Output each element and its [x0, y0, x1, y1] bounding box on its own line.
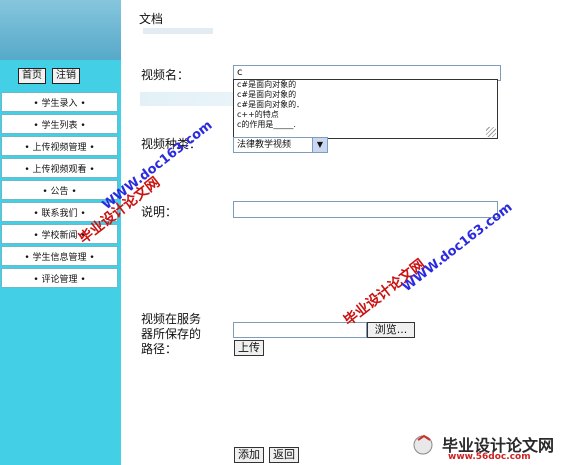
sidebar-item-contact[interactable]: • 联系我们 •	[1, 202, 118, 222]
autocomplete-item[interactable]: c#是面向对象的．	[234, 100, 497, 110]
site-logo-url: www.56doc.com	[448, 452, 531, 462]
logout-button[interactable]: 注销	[52, 68, 80, 84]
sidebar-item-upload-video-watch[interactable]: • 上传视频观看 •	[1, 158, 118, 178]
resize-grip-icon[interactable]	[486, 127, 496, 137]
autocomplete-item[interactable]: c#是面向对象的	[234, 80, 497, 90]
sidebar-item-school-news[interactable]: • 学校新闻 •	[1, 224, 118, 244]
home-button[interactable]: 首页	[18, 68, 46, 84]
description-input[interactable]	[233, 201, 498, 218]
sidebar-item-student-info-manage[interactable]: • 学生信息管理 •	[1, 246, 118, 266]
description-label: 说明：	[141, 205, 178, 219]
path-label-line: 器所保存的	[141, 327, 202, 341]
path-label: 视频在服务 器所保存的 路径：	[141, 312, 201, 357]
back-button[interactable]: 返回	[269, 447, 299, 463]
video-type-label: 视频种类：	[141, 137, 202, 151]
sidebar-item-notice[interactable]: • 公告 •	[1, 180, 118, 200]
sidebar-item-comment-manage[interactable]: • 评论管理 •	[1, 268, 118, 288]
upload-button[interactable]: 上传	[234, 340, 264, 356]
video-type-select[interactable]: 法律教学视频 ▼	[233, 137, 328, 153]
autocomplete-item[interactable]: c的作用是_____.	[234, 120, 497, 130]
browse-button[interactable]: 浏览...	[367, 322, 415, 338]
sidebar-banner	[0, 0, 121, 60]
autocomplete-item[interactable]: c++的特点	[234, 110, 497, 120]
autocomplete-dropdown: c#是面向对象的 c#是面向对象的 c#是面向对象的． c++的特点 c的作用是…	[233, 79, 498, 139]
page-title: 文档	[139, 12, 164, 26]
file-path-input[interactable]	[233, 322, 367, 338]
sidebar: 首页 注销 • 学生录入 • • 学生列表 • • 上传视频管理 • • 上传视…	[0, 0, 121, 465]
chevron-down-icon[interactable]: ▼	[312, 138, 327, 152]
sidebar-item-student-list[interactable]: • 学生列表 •	[1, 114, 118, 134]
sidebar-item-student-entry[interactable]: • 学生录入 •	[1, 92, 118, 112]
video-type-selected: 法律教学视频	[237, 140, 292, 150]
title-underline	[143, 28, 213, 34]
path-label-line: 视频在服务	[141, 312, 202, 326]
video-name-label: 视频名：	[141, 68, 190, 82]
autocomplete-item[interactable]: c#是面向对象的	[234, 90, 497, 100]
site-logo-icon	[413, 434, 433, 455]
top-nav-buttons: 首页 注销	[18, 68, 80, 84]
sidebar-item-upload-video-manage[interactable]: • 上传视频管理 •	[1, 136, 118, 156]
sidebar-menu: • 学生录入 • • 学生列表 • • 上传视频管理 • • 上传视频观看 • …	[1, 92, 118, 290]
add-button[interactable]: 添加	[234, 447, 264, 463]
path-label-line: 路径：	[141, 342, 178, 356]
